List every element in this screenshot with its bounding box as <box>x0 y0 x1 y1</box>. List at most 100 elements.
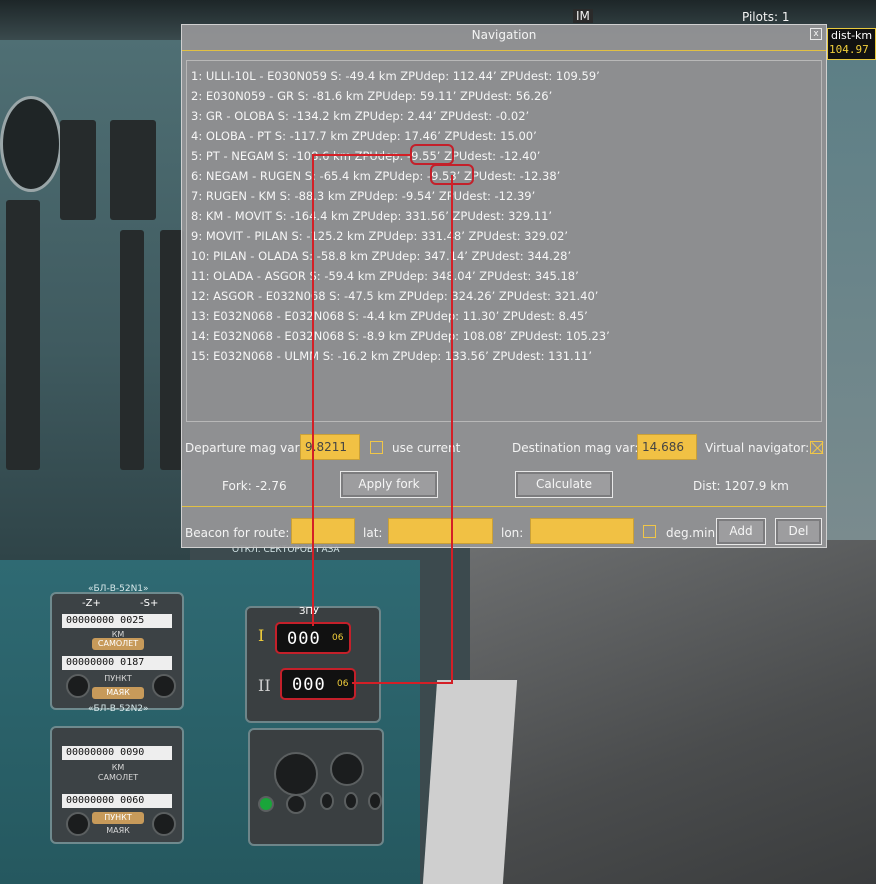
lat-label: lat: <box>363 526 383 540</box>
pilots-count: 1 <box>781 10 790 24</box>
nav-block-2-knob-right[interactable] <box>152 812 176 836</box>
zpu-counter-2-mins: 06 <box>337 679 349 689</box>
z-label: -Z+ <box>82 598 101 609</box>
nav-block-1-counter-top: 00000000 0025 <box>62 614 172 628</box>
use-current-checkbox[interactable] <box>370 441 383 454</box>
virtual-navigator-label: Virtual navigator: <box>705 441 810 455</box>
toggle-switch-1[interactable] <box>320 792 334 810</box>
route-item[interactable]: 4: OLOBA - PT S: -117.7 km ZPUdep: 17.46… <box>191 126 821 146</box>
distance-total: Dist: 1207.9 km <box>693 479 789 493</box>
nav-block-2-knob-left[interactable] <box>66 812 90 836</box>
paper-sheet <box>422 680 518 884</box>
samolet-label-2: САМОЛЕТ <box>97 773 139 782</box>
route-item[interactable]: 12: ASGOR - E032N068 S: -47.5 km ZPUdep:… <box>191 286 821 306</box>
mayak-tag: МАЯК <box>92 687 144 699</box>
zpu-counter-1-digits: 000 <box>287 629 321 649</box>
zpu-counter-1: 000 06 <box>275 622 351 654</box>
departure-mag-var-input[interactable] <box>300 434 360 460</box>
route-item[interactable]: 7: RUGEN - KM S: -88.3 km ZPUdep: -9.54’… <box>191 186 821 206</box>
small-knob[interactable] <box>286 794 306 814</box>
im-indicator: IM <box>573 9 593 23</box>
punkt-tag-2: ПУНКТ <box>92 812 144 824</box>
punkt-label: ПУНКТ <box>104 674 132 683</box>
destination-mag-var-label: Destination mag var: <box>512 441 639 455</box>
zpu-roman-1: I <box>258 626 265 645</box>
zpu-label: ЗПУ <box>299 606 320 617</box>
route-item[interactable]: 5: PT - NEGAM S: -108.6 km ZPUdep: -9.55… <box>191 146 821 166</box>
lon-input[interactable] <box>530 518 634 544</box>
beacon-input[interactable] <box>291 518 355 544</box>
toggle-switch-2[interactable] <box>344 792 358 810</box>
navigation-window: Navigation x 1: ULLI-10L - E030N059 S: -… <box>181 24 827 548</box>
route-item[interactable]: 8: KM - MOVIT S: -164.4 km ZPUdep: 331.5… <box>191 206 821 226</box>
calculate-button[interactable]: Calculate <box>515 471 613 498</box>
route-item[interactable]: 14: E032N068 - E032N068 S: -8.9 km ZPUde… <box>191 326 821 346</box>
navigation-titlebar: Navigation x <box>182 25 826 47</box>
section-divider <box>182 506 826 507</box>
lever-shaft-1 <box>6 200 40 470</box>
connector-line-1 <box>312 154 314 626</box>
nav-block-1: -Z+ -S+ 00000000 0025 КМ САМОЛЕТ 0000000… <box>50 592 184 710</box>
route-item[interactable]: 1: ULLI-10L - E030N059 S: -49.4 km ZPUde… <box>191 66 821 86</box>
pilots-label: Pilots: <box>742 10 778 24</box>
route-item[interactable]: 13: E032N068 - E032N068 S: -4.4 km ZPUde… <box>191 306 821 326</box>
beacon-label: Beacon for route: <box>185 526 290 540</box>
dist-readout-value: 104.97 <box>829 43 869 56</box>
route-item[interactable]: 11: OLADA - ASGOR S: -59.4 km ZPUdep: 34… <box>191 266 821 286</box>
route-item[interactable]: 3: GR - OLOBA S: -134.2 km ZPUdep: 2.44’… <box>191 106 821 126</box>
apply-fork-button[interactable]: Apply fork <box>340 471 438 498</box>
close-icon[interactable]: x <box>810 28 822 40</box>
del-button[interactable]: Del <box>775 518 822 545</box>
deg-min-checkbox[interactable] <box>643 525 656 538</box>
s-label: -S+ <box>140 598 159 609</box>
route-item[interactable]: 2: E030N059 - GR S: -81.6 km ZPUdep: 59.… <box>191 86 821 106</box>
nav-block-1-knob-left[interactable] <box>66 674 90 698</box>
zpu-counter-2-digits: 000 <box>292 675 326 695</box>
connector-line-2 <box>451 175 453 684</box>
toggle-switch-3[interactable] <box>368 792 382 810</box>
departure-mag-var-label: Departure mag var: <box>185 441 304 455</box>
throttle-lever-2 <box>110 120 156 220</box>
virtual-navigator-checkbox[interactable] <box>810 441 823 454</box>
nav-block-1-counter-bottom: 00000000 0187 <box>62 656 172 670</box>
highlight-zpudep-5 <box>410 144 454 165</box>
connector-line-2-bottom <box>352 682 453 684</box>
cockpit-right-window <box>826 60 876 540</box>
route-list: 1: ULLI-10L - E030N059 S: -49.4 km ZPUde… <box>187 61 821 366</box>
attitude-gauge-icon <box>0 96 62 192</box>
zpu-counter-2: 000 06 <box>280 668 356 700</box>
zpu-roman-2: II <box>258 676 271 695</box>
route-item[interactable]: 6: NEGAM - RUGEN S: -65.4 km ZPUdep: -9.… <box>191 166 821 186</box>
pribkor-knob[interactable] <box>330 752 364 786</box>
fork-value: Fork: -2.76 <box>222 479 287 493</box>
lat-input[interactable] <box>388 518 493 544</box>
lever-shaft-2 <box>120 230 144 470</box>
navigation-title: Navigation <box>471 28 537 42</box>
add-button[interactable]: Add <box>716 518 766 545</box>
nav-block-2-counter-bottom: 00000000 0060 <box>62 794 172 808</box>
dist-readout: dist-km 104.97 <box>827 28 876 60</box>
km-label-2: КМ <box>111 763 125 772</box>
connector-line-1-top <box>312 154 412 156</box>
pilots-indicator: Pilots: 1 <box>742 10 789 24</box>
cockpit-floor-area <box>470 540 876 884</box>
dist-readout-label: dist-km <box>831 29 873 42</box>
nav-block-2-counter-top: 00000000 0090 <box>62 746 172 760</box>
zpu-counter-1-mins: 06 <box>332 633 344 643</box>
course-selector-instrument <box>248 728 384 846</box>
nav-block-1-knob-right[interactable] <box>152 674 176 698</box>
lon-label: lon: <box>501 526 524 540</box>
nav-block-2: 00000000 0090 КМ САМОЛЕТ 00000000 0060 П… <box>50 726 184 844</box>
samolet-tag: САМОЛЕТ <box>92 638 144 650</box>
nav-block-2-label: «БЛ-В-52N2» <box>88 704 149 714</box>
route-item[interactable]: 15: E032N068 - ULMM S: -16.2 km ZPUdep: … <box>191 346 821 366</box>
deg-min-label: deg.min <box>666 526 716 540</box>
destination-mag-var-input[interactable] <box>637 434 697 460</box>
throttle-lever-1 <box>60 120 96 220</box>
route-item[interactable]: 10: PILAN - OLADA S: -58.8 km ZPUdep: 34… <box>191 246 821 266</box>
mayak-label-2: МАЯК <box>106 826 130 835</box>
title-divider <box>182 50 826 51</box>
course-selector-knob[interactable] <box>274 752 318 796</box>
route-item[interactable]: 9: MOVIT - PILAN S: -125.2 km ZPUdep: 33… <box>191 226 821 246</box>
route-list-panel[interactable]: 1: ULLI-10L - E030N059 S: -49.4 km ZPUde… <box>186 60 822 422</box>
